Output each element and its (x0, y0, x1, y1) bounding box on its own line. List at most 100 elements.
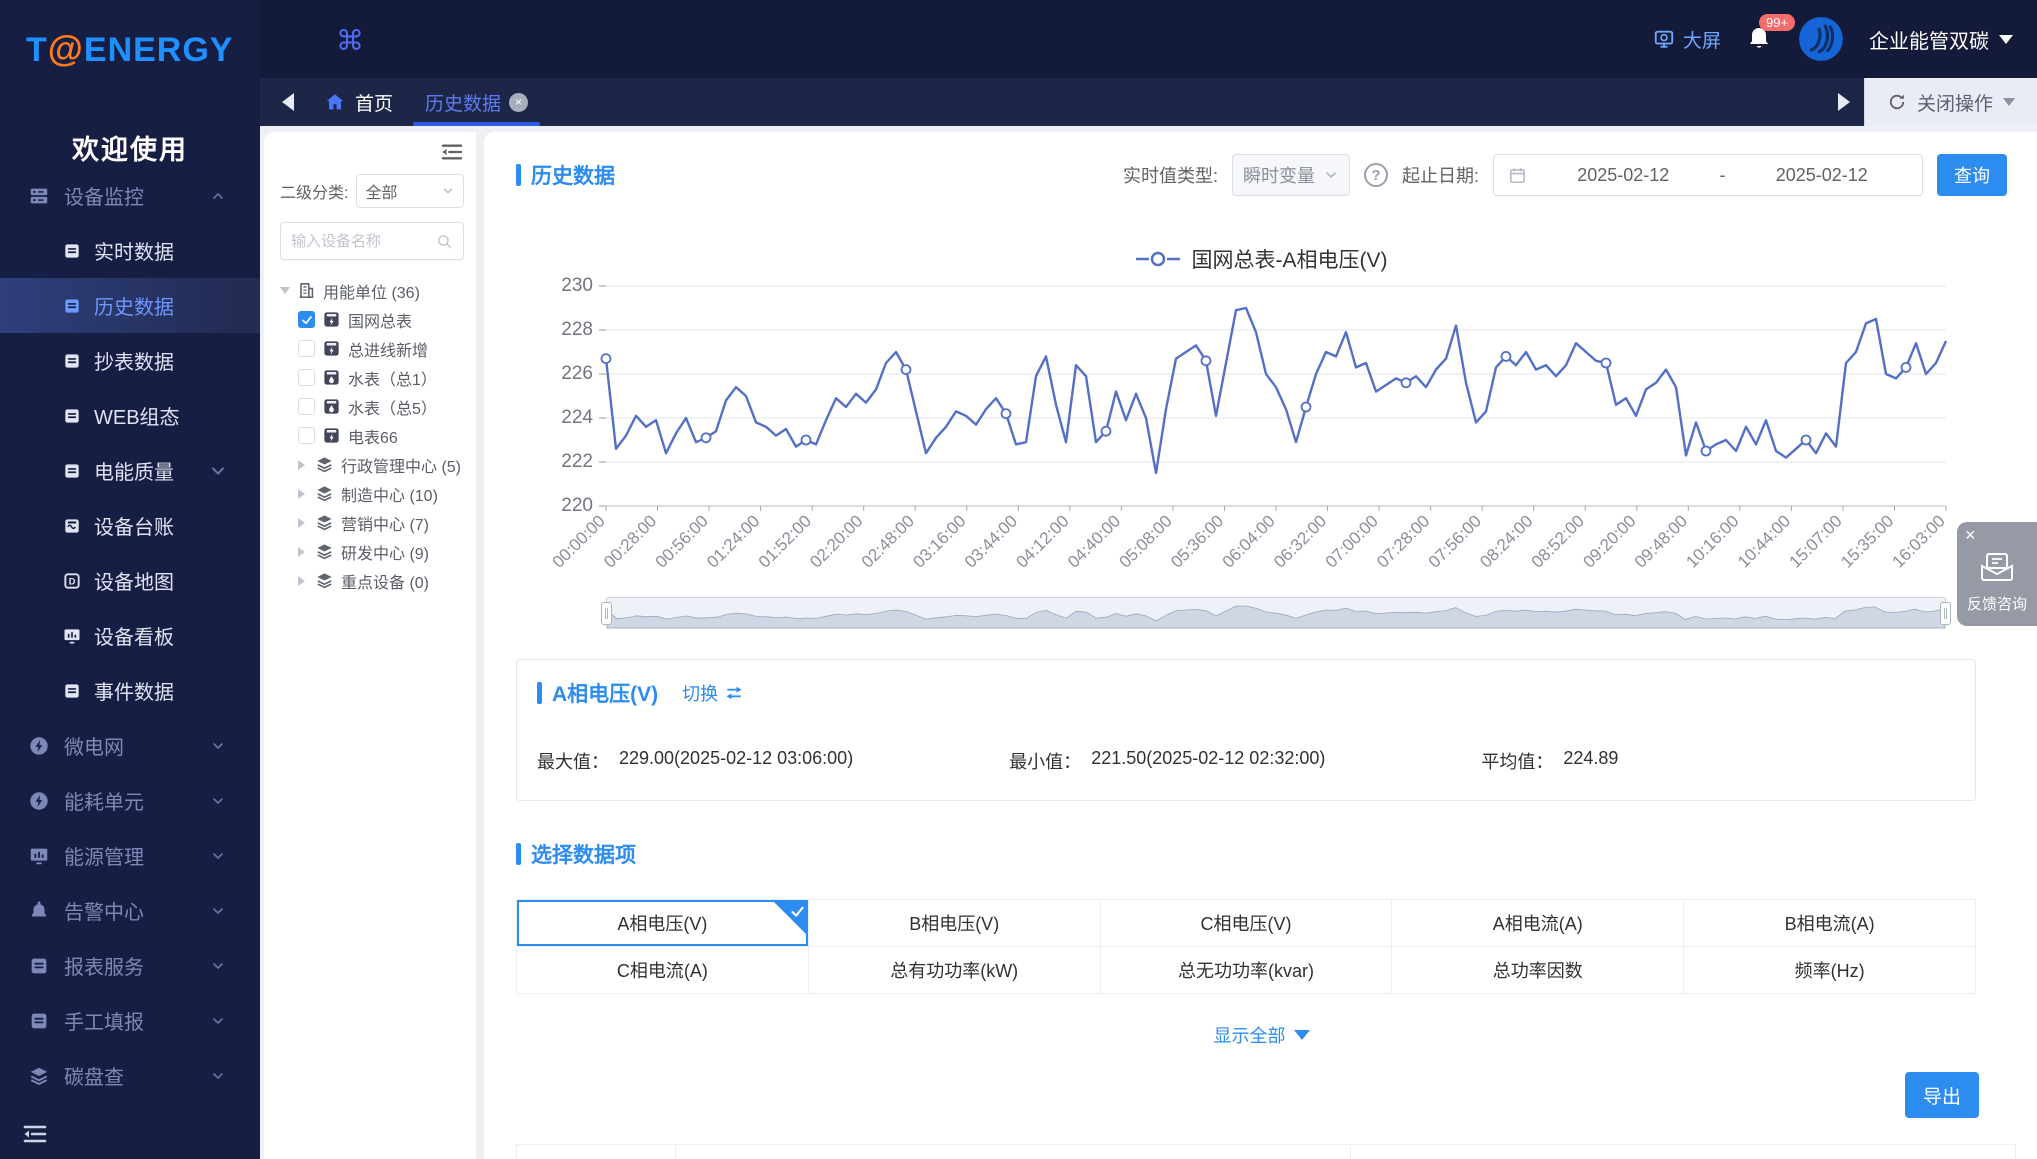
monitor-icon (1653, 28, 1675, 50)
tree-root-node[interactable]: 用能单位 (36) (280, 276, 464, 305)
sidebar-item-history-data[interactable]: 历史数据 (0, 278, 260, 333)
tab-history-data[interactable]: 历史数据 × (407, 78, 546, 126)
date-end-value[interactable]: 2025-02-12 (1736, 165, 1909, 186)
category-select[interactable]: 全部 (356, 174, 464, 208)
realtime-type-select[interactable]: 瞬时变量 (1232, 154, 1350, 196)
svg-text:15:07:00: 15:07:00 (1785, 511, 1845, 571)
data-item-label: 总无功功率(kvar) (1178, 957, 1314, 983)
sidebar-item-energy-mgmt[interactable]: 能源管理 (0, 828, 260, 883)
envelope-icon (1980, 552, 2014, 582)
sidebar-item-label: 设备监控 (64, 181, 144, 210)
data-item-C相电流(A)[interactable]: C相电流(A) (517, 947, 809, 994)
data-item-A相电流(A)[interactable]: A相电流(A) (1392, 900, 1684, 947)
avatar[interactable] (1799, 17, 1843, 61)
tab-close-icon[interactable]: × (509, 93, 528, 112)
checkbox-unchecked[interactable] (298, 427, 315, 444)
meter-water-icon (322, 368, 341, 387)
device-search (280, 222, 464, 260)
show-all-toggle[interactable]: 显示全部 (516, 1022, 2007, 1048)
sidebar-item-report-service[interactable]: 报表服务 (0, 938, 260, 993)
svg-text:00:28:00: 00:28:00 (600, 511, 660, 571)
data-item-B相电压(V)[interactable]: B相电压(V) (809, 900, 1101, 947)
tree-device-国网总表[interactable]: 国网总表 (280, 305, 464, 334)
sidebar-item-event-data[interactable]: 事件数据 (0, 663, 260, 718)
sidebar-item-web-scada[interactable]: WEB组态 (0, 388, 260, 443)
line-chart[interactable]: 22022222422622823000:00:0000:28:0000:56:… (516, 276, 2007, 589)
sidebar-item-realtime-data[interactable]: 实时数据 (0, 223, 260, 278)
close-operations-dropdown[interactable]: 关闭操作 (1864, 78, 2037, 126)
chart-datazoom-slider[interactable] (606, 597, 1946, 629)
date-range-picker[interactable]: 2025-02-12 - 2025-02-12 (1493, 154, 1923, 196)
sidebar-menu: 设备监控实时数据历史数据抄表数据WEB组态电能质量设备台账D设备地图设备看板事件… (0, 168, 260, 1088)
tree-device-水表（总1）[interactable]: 水表（总1） (280, 363, 464, 392)
tree-device-总进线新增[interactable]: 总进线新增 (280, 334, 464, 363)
sidebar-item-alarm-center[interactable]: 告警中心 (0, 883, 260, 938)
tree-group-行政管理中心 (5)[interactable]: 行政管理中心 (5) (280, 450, 464, 479)
tree-group-研发中心 (9)[interactable]: 研发中心 (9) (280, 537, 464, 566)
sidebar-item-power-quality[interactable]: 电能质量 (0, 443, 260, 498)
sidebar-item-device-ledger[interactable]: 设备台账 (0, 498, 260, 553)
date-range-label: 起止日期: (1402, 162, 1479, 188)
search-icon[interactable] (436, 233, 453, 250)
datazoom-right-handle[interactable] (1940, 602, 1951, 625)
data-item-B相电流(A)[interactable]: B相电流(A) (1684, 900, 1976, 947)
notifications-button[interactable]: 99+ (1747, 24, 1773, 54)
tree-group-重点设备 (0)[interactable]: 重点设备 (0) (280, 566, 464, 595)
close-icon[interactable]: × (1965, 526, 1976, 544)
bigscreen-button[interactable]: 大屏 (1653, 26, 1721, 53)
tree-collapse-right-icon[interactable] (298, 547, 308, 557)
sidebar-item-carbon-check[interactable]: 碳盘查 (0, 1048, 260, 1088)
tree-root-label: 用能单位 (36) (323, 279, 420, 303)
checkbox-unchecked[interactable] (298, 369, 315, 386)
tree-collapse-right-icon[interactable] (298, 576, 308, 586)
tree-device-水表（总5）[interactable]: 水表（总5） (280, 392, 464, 421)
data-item-总无功功率(kvar)[interactable]: 总无功功率(kvar) (1101, 947, 1393, 994)
tree-collapse-right-icon[interactable] (298, 460, 308, 470)
tree-group-营销中心 (7)[interactable]: 营销中心 (7) (280, 508, 464, 537)
alarm-icon (28, 900, 50, 922)
export-row: 导出 (516, 1072, 2007, 1118)
switch-metric-button[interactable]: 切换 (682, 680, 744, 706)
sidebar-item-device-map[interactable]: D设备地图 (0, 553, 260, 608)
device-search-input[interactable] (291, 233, 430, 250)
data-item-A相电压(V)[interactable]: A相电压(V) (517, 900, 809, 947)
chart-legend[interactable]: 国网总表-A相电压(V) (516, 244, 2007, 274)
date-start-value[interactable]: 2025-02-12 (1537, 165, 1710, 186)
svg-text:00:56:00: 00:56:00 (652, 511, 712, 571)
data-item-总有功功率(kW)[interactable]: 总有功功率(kW) (809, 947, 1101, 994)
data-item-频率(Hz)[interactable]: 频率(Hz) (1684, 947, 1976, 994)
data-item-C相电压(V)[interactable]: C相电压(V) (1101, 900, 1393, 947)
workspace-switcher[interactable]: 企业能管双碳 (1869, 25, 2013, 54)
refresh-icon[interactable] (1887, 92, 1907, 112)
sidebar-item-microgrid[interactable]: 微电网 (0, 718, 260, 773)
datazoom-left-handle[interactable] (601, 602, 612, 625)
tabs-scroll-right-icon[interactable] (1838, 93, 1850, 111)
page-title-text: 历史数据 (531, 160, 615, 190)
query-button[interactable]: 查询 (1937, 154, 2007, 196)
checkbox-unchecked[interactable] (298, 398, 315, 415)
tree-collapse-right-icon[interactable] (298, 489, 308, 499)
sidebar-item-device-board[interactable]: 设备看板 (0, 608, 260, 663)
sidebar-item-manual-entry[interactable]: 手工填报 (0, 993, 260, 1048)
tree-collapse-icon[interactable] (440, 142, 464, 162)
sidebar-collapse-icon[interactable] (22, 1123, 48, 1145)
tree-collapse-right-icon[interactable] (298, 518, 308, 528)
tree-expand-icon[interactable] (280, 287, 290, 294)
sidebar-item-energy-unit[interactable]: 能耗单元 (0, 773, 260, 828)
checkbox-checked[interactable] (298, 311, 315, 328)
sidebar-item-device-monitor[interactable]: 设备监控 (0, 168, 260, 223)
tree-group-制造中心 (10)[interactable]: 制造中心 (10) (280, 479, 464, 508)
sidebar-item-meter-reading-data[interactable]: 抄表数据 (0, 333, 260, 388)
tree-device-电表66[interactable]: 电表66 (280, 421, 464, 450)
tabs-scroll-left-icon[interactable] (282, 93, 294, 111)
data-item-总功率因数[interactable]: 总功率因数 (1392, 947, 1684, 994)
checkbox-unchecked[interactable] (298, 340, 315, 357)
book-icon (28, 1010, 50, 1032)
tab-home[interactable]: 首页 (310, 78, 407, 126)
welcome-text: 欢迎使用 (0, 128, 260, 167)
feedback-widget[interactable]: × 反馈咨询 (1957, 522, 2037, 626)
help-icon[interactable]: ? (1364, 163, 1388, 187)
apps-menu-icon[interactable]: ⌘ (336, 24, 364, 52)
svg-text:05:36:00: 05:36:00 (1167, 511, 1227, 571)
export-button[interactable]: 导出 (1905, 1072, 1979, 1118)
